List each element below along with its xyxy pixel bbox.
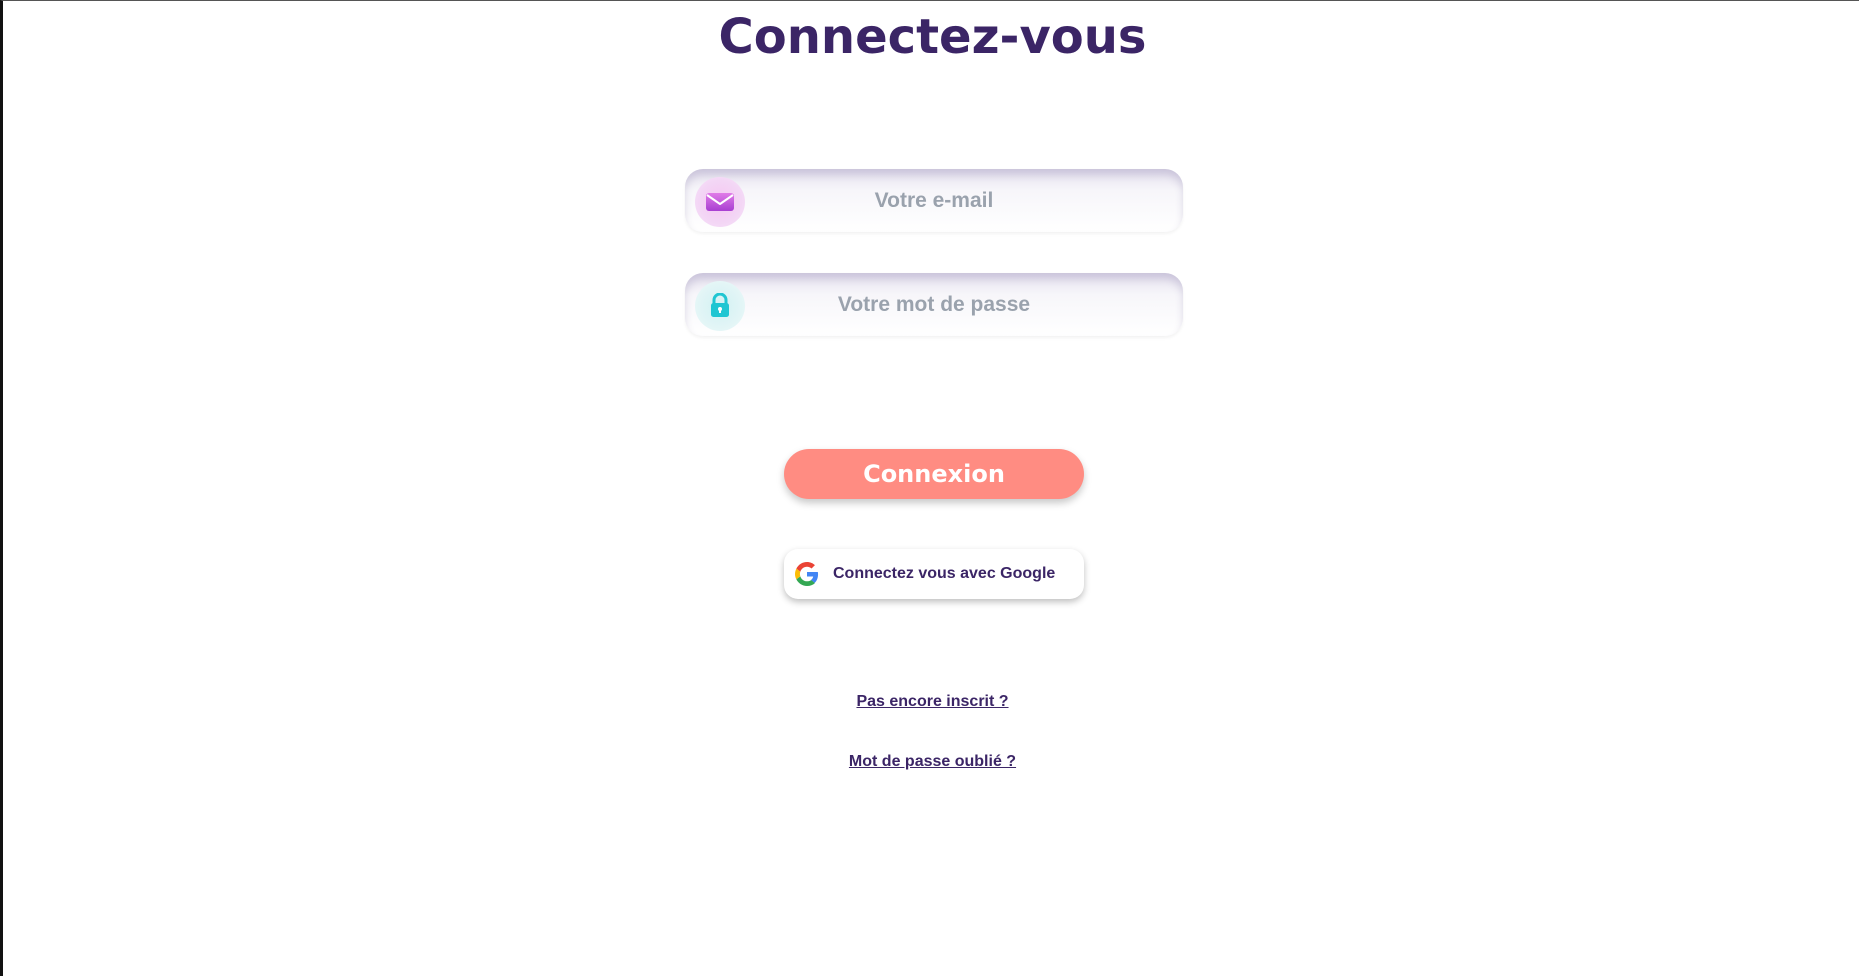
signup-link-row: Pas encore inscrit ? — [3, 693, 1859, 711]
login-page: Connectez-vous Votre e-mail Connexion Co… — [0, 0, 1859, 976]
page-title: Connectez-vous — [718, 9, 1147, 65]
google-login-button[interactable]: Connectez vous avec Google — [784, 549, 1084, 599]
forgot-password-link[interactable]: Mot de passe oublié ? — [849, 753, 1016, 770]
password-field[interactable] — [685, 273, 1183, 336]
forgot-password-link-row: Mot de passe oublié ? — [3, 753, 1859, 771]
login-button[interactable]: Connexion — [784, 449, 1084, 499]
google-login-label: Connectez vous avec Google — [833, 565, 1056, 582]
signup-link[interactable]: Pas encore inscrit ? — [856, 693, 1008, 710]
envelope-icon — [695, 177, 745, 227]
email-field[interactable] — [685, 169, 1183, 232]
password-input[interactable] — [685, 273, 1183, 336]
google-icon — [795, 562, 819, 586]
lock-icon — [695, 281, 745, 331]
email-input[interactable] — [685, 169, 1183, 232]
